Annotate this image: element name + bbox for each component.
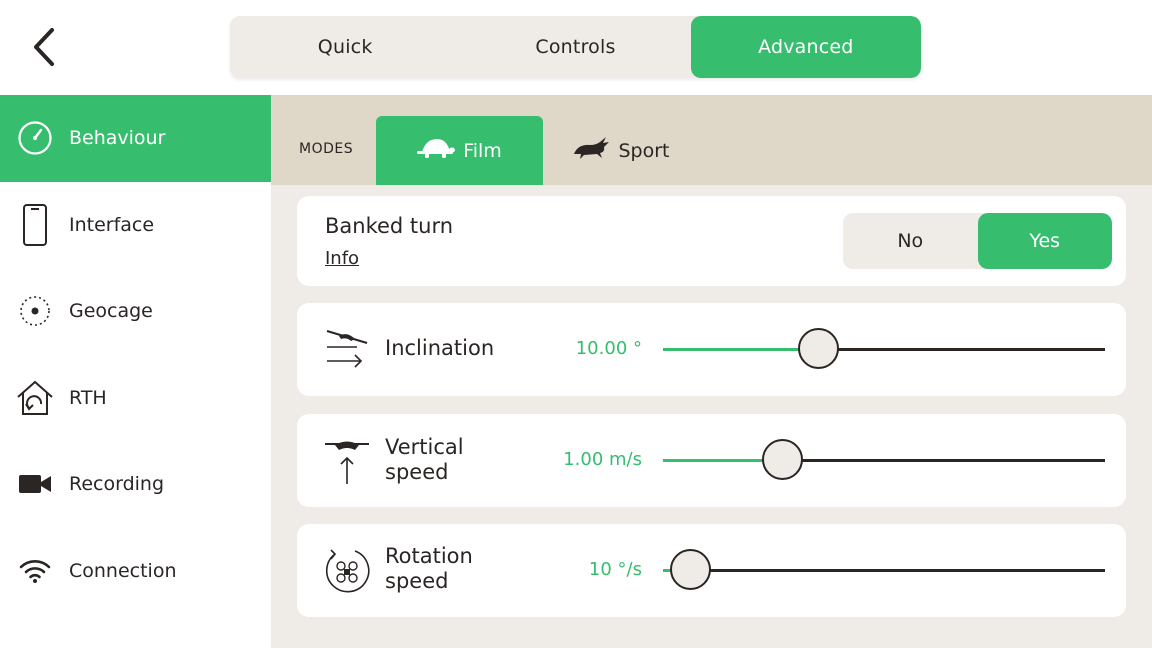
inclination-value: 10.00 °	[575, 338, 642, 359]
mode-tab-sport[interactable]: Sport	[566, 116, 676, 185]
sidebar-item-label: RTH	[69, 386, 107, 409]
sidebar-item-label: Behaviour	[69, 127, 166, 150]
modes-bar: MODES Film Sport	[271, 95, 1152, 185]
modes-label: MODES	[299, 141, 354, 157]
mode-tab-label: Sport	[618, 139, 670, 162]
banked-turn-toggle: No Yes	[843, 213, 1112, 269]
sidebar-item-label: Interface	[69, 213, 155, 236]
label-line-1: Rotation	[385, 544, 473, 568]
home-return-icon	[0, 379, 69, 417]
inclination-slider[interactable]	[663, 328, 1105, 369]
sidebar: Behaviour Interface Geocage RTH Recordin…	[0, 95, 271, 648]
vertical-speed-card: Vertical speed 1.00 m/s	[297, 414, 1126, 507]
label-line-1: Vertical	[385, 435, 464, 459]
toggle-yes-option[interactable]: Yes	[977, 213, 1112, 269]
mode-tab-film[interactable]: Film	[376, 116, 543, 185]
slider-knob[interactable]	[762, 439, 803, 480]
label-line-2: speed	[385, 460, 449, 484]
wifi-icon	[0, 558, 69, 584]
sidebar-item-recording[interactable]: Recording	[0, 441, 271, 528]
top-bar: Quick Controls Advanced	[0, 0, 1152, 95]
banked-turn-card: Banked turn Info No Yes	[297, 196, 1126, 286]
sidebar-item-rth[interactable]: RTH	[0, 355, 271, 442]
toggle-no-option[interactable]: No	[843, 213, 978, 269]
rotation-speed-card: Rotation speed 10 °/s	[297, 524, 1126, 617]
chevron-left-icon	[34, 28, 54, 66]
rotation-speed-slider[interactable]	[663, 549, 1105, 590]
tab-advanced[interactable]: Advanced	[690, 16, 921, 78]
slider-knob[interactable]	[670, 549, 711, 590]
rotation-speed-label: Rotation speed	[385, 544, 473, 594]
rotation-speed-value: 10 °/s	[588, 559, 642, 580]
mode-tab-label: Film	[463, 139, 502, 162]
vertical-speed-label: Vertical speed	[385, 435, 464, 485]
inclination-card: Inclination 10.00 °	[297, 303, 1126, 396]
sidebar-item-label: Geocage	[69, 300, 153, 323]
sidebar-item-geocage[interactable]: Geocage	[0, 268, 271, 355]
settings-panel: MODES Film Sport Banked turn Info No Yes…	[271, 95, 1152, 648]
video-camera-icon	[0, 472, 69, 496]
turtle-icon	[417, 137, 456, 164]
drone-vertical-icon	[325, 441, 369, 484]
drone-rotation-icon	[325, 549, 370, 593]
tab-quick[interactable]: Quick	[230, 16, 460, 78]
vertical-speed-slider[interactable]	[663, 439, 1105, 480]
slider-knob[interactable]	[798, 328, 839, 369]
slider-fill	[663, 348, 818, 351]
sidebar-item-label: Connection	[69, 559, 177, 582]
sidebar-item-connection[interactable]: Connection	[0, 528, 271, 615]
sidebar-item-interface[interactable]: Interface	[0, 182, 271, 269]
drone-tilt-icon	[326, 330, 368, 368]
geocage-icon	[0, 293, 69, 329]
sidebar-item-behaviour[interactable]: Behaviour	[0, 95, 271, 182]
vertical-speed-value: 1.00 m/s	[563, 449, 642, 470]
rabbit-icon	[572, 136, 610, 165]
tab-controls[interactable]: Controls	[460, 16, 690, 78]
gauge-icon	[0, 120, 69, 156]
info-link[interactable]: Info	[325, 248, 359, 269]
inclination-label: Inclination	[385, 336, 495, 360]
back-button[interactable]	[26, 24, 66, 70]
banked-turn-title: Banked turn	[325, 214, 454, 238]
sidebar-item-label: Recording	[69, 473, 165, 496]
phone-icon	[0, 203, 69, 247]
label-line-2: speed	[385, 569, 449, 593]
settings-category-tabs: Quick Controls Advanced	[230, 16, 921, 78]
